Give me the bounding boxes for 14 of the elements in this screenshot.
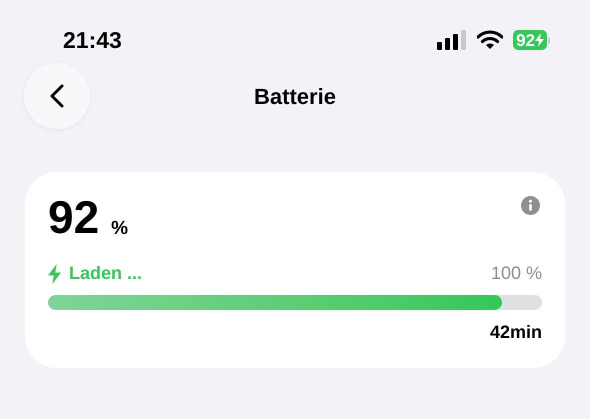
chevron-left-icon — [50, 84, 64, 108]
info-icon — [521, 196, 540, 215]
signal-icon — [437, 30, 468, 50]
percent-unit: % — [111, 219, 128, 238]
battery-percent: 92 — [48, 194, 100, 240]
wifi-icon — [477, 30, 504, 50]
bolt-icon — [535, 33, 544, 47]
battery-indicator: 92 — [513, 30, 550, 50]
charging-status: Laden ... — [69, 262, 142, 285]
remaining-time: 42min — [490, 321, 542, 344]
bolt-icon — [48, 264, 61, 284]
status-time: 21:43 — [63, 26, 122, 55]
page-title: Batterie — [254, 82, 336, 110]
charge-limit: 100 % — [490, 262, 542, 285]
